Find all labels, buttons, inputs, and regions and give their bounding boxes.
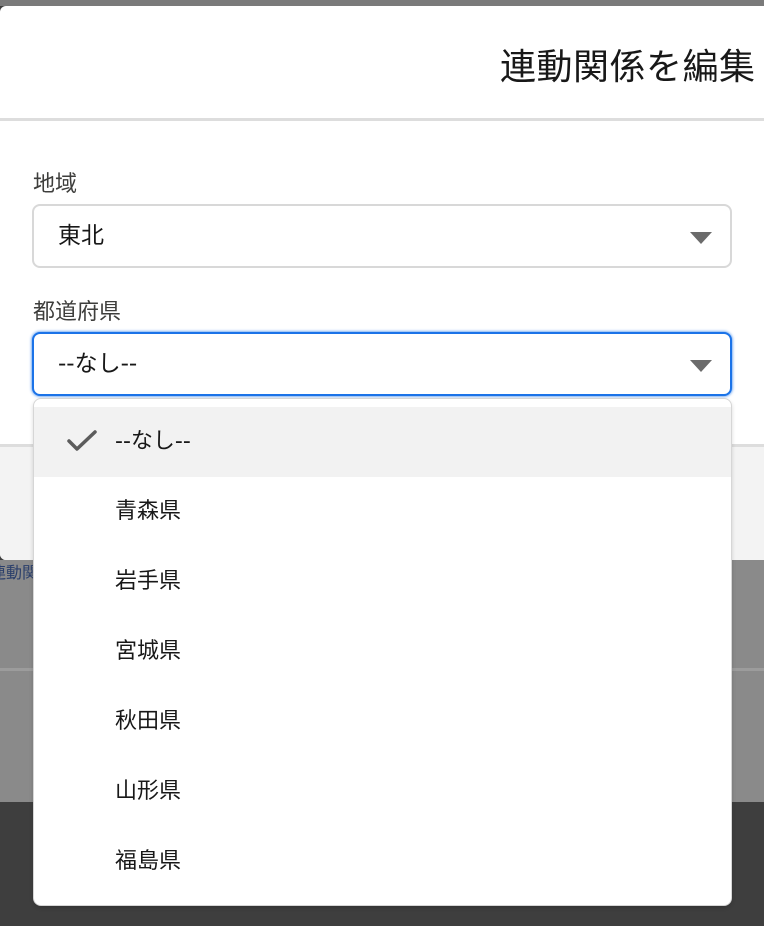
prefecture-label: 都道府県	[33, 300, 122, 325]
modal-header: 連動関係を編集	[0, 6, 764, 121]
region-select[interactable]: 東北	[32, 204, 732, 268]
dropdown-option-aomori[interactable]: 青森県	[34, 477, 731, 547]
check-icon	[67, 430, 97, 451]
dropdown-option-label: 岩手県	[115, 569, 182, 594]
dropdown-option-label: 青森県	[115, 499, 182, 524]
dropdown-option-label: 福島県	[115, 849, 182, 874]
prefecture-select[interactable]: --なし--	[32, 332, 732, 396]
dropdown-option-iwate[interactable]: 岩手県	[34, 547, 731, 617]
chevron-down-icon	[690, 232, 712, 244]
dropdown-option-label: --なし--	[115, 429, 191, 454]
prefecture-select-value: --なし--	[58, 351, 138, 377]
dropdown-option-miyagi[interactable]: 宮城県	[34, 617, 731, 687]
dropdown-option-yamagata[interactable]: 山形県	[34, 757, 731, 827]
dropdown-option-fukushima[interactable]: 福島県	[34, 827, 731, 897]
dropdown-option-label: 秋田県	[115, 709, 182, 734]
dropdown-option-label: 宮城県	[115, 639, 182, 664]
dropdown-option-label: 山形県	[115, 779, 182, 804]
prefecture-dropdown-list: --なし-- 青森県 岩手県 宮城県 秋田県 山形県 福島県	[33, 398, 732, 906]
dropdown-option-none[interactable]: --なし--	[34, 407, 731, 477]
region-label: 地域	[33, 172, 78, 197]
dropdown-option-akita[interactable]: 秋田県	[34, 687, 731, 757]
region-select-value: 東北	[58, 223, 104, 249]
chevron-down-icon	[690, 360, 712, 372]
modal-title: 連動関係を編集	[500, 47, 756, 88]
